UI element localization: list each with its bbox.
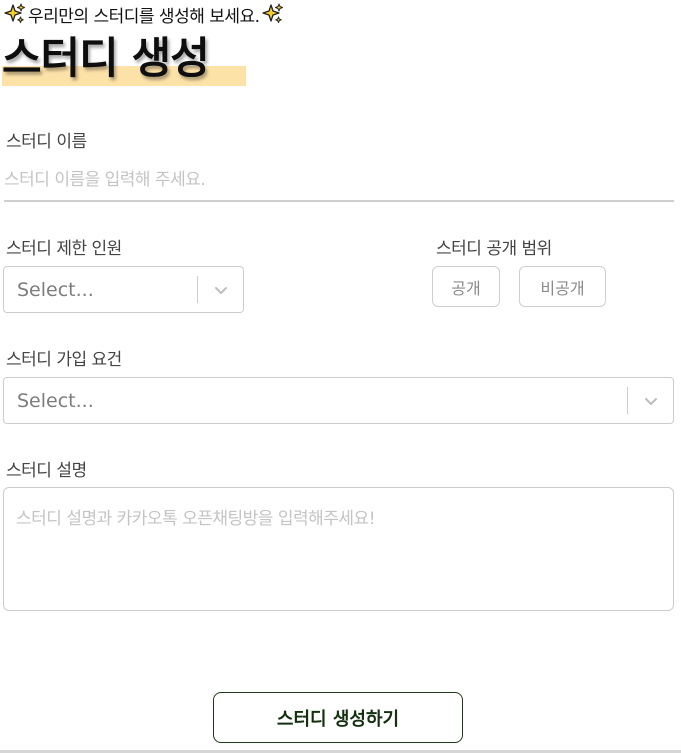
capacity-select-value: Select... [17,278,94,301]
chevron-down-icon[interactable] [213,282,229,298]
page-title-wrap: 스터디 생성 [2,30,246,88]
sparkles-icon [4,3,26,25]
description-textarea[interactable] [3,487,674,611]
visibility-label: 스터디 공개 범위 [436,239,552,259]
select-separator [197,276,198,303]
study-name-input[interactable] [4,162,672,198]
capacity-select[interactable]: Select... [3,266,244,313]
study-name-underline [4,200,674,202]
capacity-label: 스터디 제한 인원 [6,239,122,259]
requirement-select-value: Select... [17,389,94,412]
sparkles-icon [261,3,284,25]
public-button[interactable]: 공개 [432,266,500,307]
study-name-label: 스터디 이름 [6,132,87,152]
page-subtitle: 우리만의 스터디를 생성해 보세요. [4,3,284,27]
requirement-label: 스터디 가입 요건 [6,350,122,370]
requirement-select[interactable]: Select... [3,377,674,424]
create-study-button[interactable]: 스터디 생성하기 [213,692,463,743]
select-separator [627,387,628,414]
description-label: 스터디 설명 [6,461,87,481]
page-title: 스터디 생성 [2,34,210,84]
private-button[interactable]: 비공개 [519,266,606,307]
subtitle-text: 우리만의 스터디를 생성해 보세요. [28,6,260,27]
chevron-down-icon[interactable] [643,393,659,409]
